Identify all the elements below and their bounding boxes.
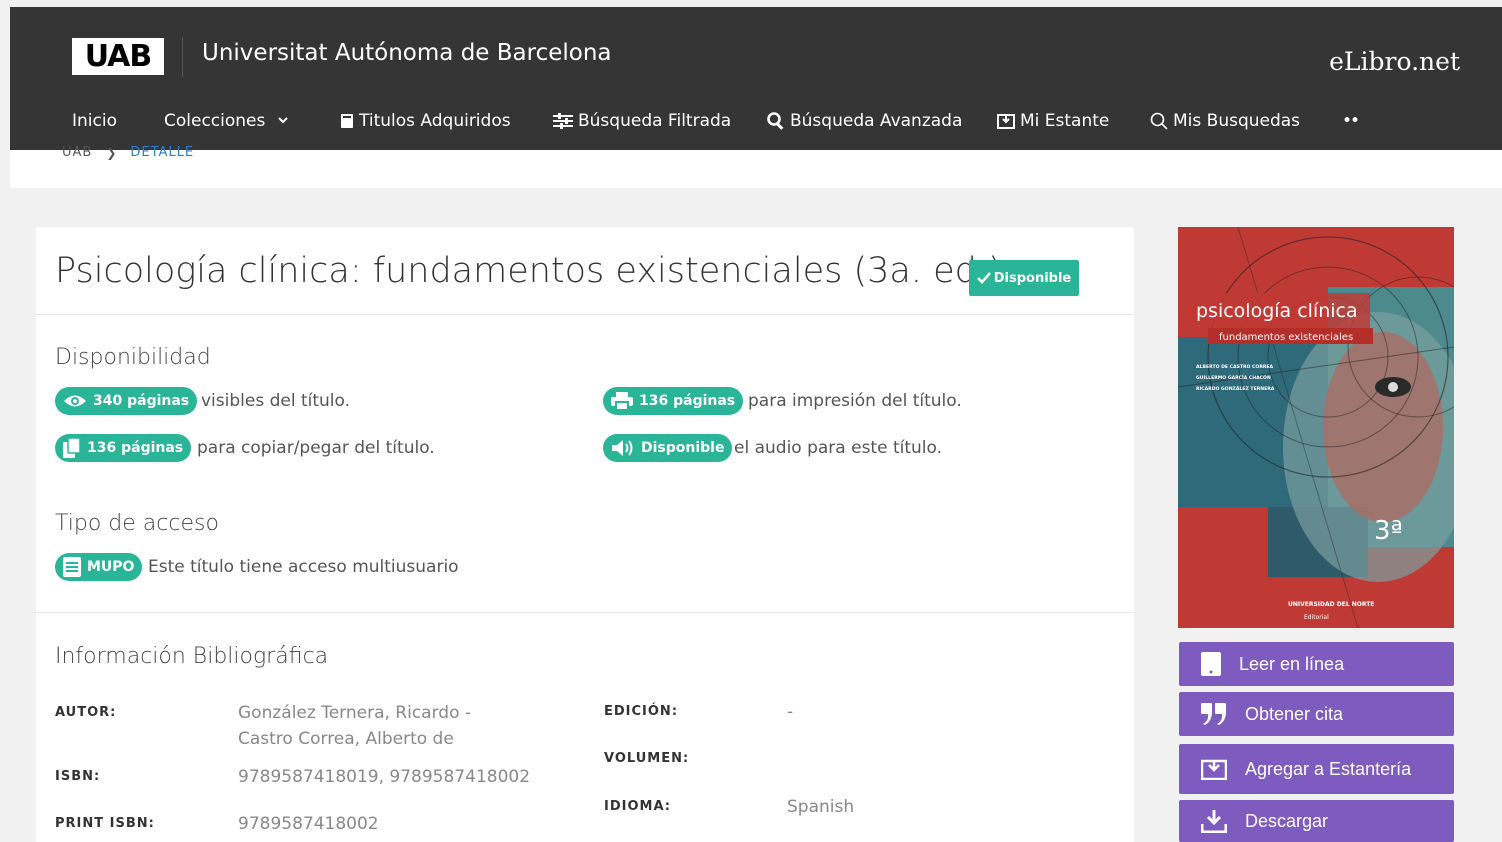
book-cover[interactable]: psicología clínica fundamentos existenci…	[1178, 227, 1454, 628]
get-citation-button[interactable]: Obtener cita	[1179, 692, 1454, 736]
logo-divider	[182, 37, 183, 77]
add-to-shelf-button[interactable]: Agregar a Estantería	[1179, 744, 1454, 794]
download-icon	[1201, 810, 1227, 833]
badge-text: MUPO	[87, 559, 135, 575]
access-heading: Tipo de acceso	[55, 511, 219, 536]
pages-print-text: para impresión del título.	[748, 391, 962, 411]
status-badge: Disponible	[969, 260, 1079, 296]
cover-author-1: ALBERTO DE CASTRO CORREA	[1196, 364, 1274, 370]
status-text: Disponible	[993, 270, 1072, 286]
nav-label: Mi Estante	[1020, 111, 1110, 131]
nav-label: Titulos Adquiridos	[359, 111, 511, 131]
autor-value: González Ternera, Ricardo - Castro Corre…	[238, 703, 472, 749]
book-icon	[341, 114, 353, 128]
check-icon	[976, 272, 991, 284]
button-label: Descargar	[1245, 810, 1329, 831]
autor-label: AUTOR:	[55, 705, 117, 720]
cover-edition: 3ª	[1374, 516, 1403, 546]
pages-copy-badge: 136 páginas	[55, 434, 192, 462]
nav-busqueda-avanzada[interactable]: Búsqueda Avanzada	[767, 111, 962, 131]
audio-text: el audio para este título.	[734, 438, 943, 458]
nav-label: Búsqueda Avanzada	[790, 111, 963, 131]
shelf-icon	[997, 114, 1015, 129]
eye-icon	[64, 395, 86, 407]
cover-publisher-sub: Editorial	[1304, 614, 1329, 621]
edicion-value: -	[787, 702, 794, 722]
cover-author-3: RICARDO GONZÁLEZ TERNERA	[1196, 385, 1275, 392]
pages-print-badge: 136 páginas	[603, 387, 744, 415]
cover-subtitle: fundamentos existenciales	[1219, 332, 1353, 343]
site-header: UAB Universitat Autónoma de Barcelona eL…	[10, 7, 1502, 150]
button-label: Agregar a Estantería	[1245, 758, 1412, 779]
cover-publisher: UNIVERSIDAD DEL NORTE	[1288, 601, 1374, 608]
print-isbn-label: PRINT ISBN:	[55, 816, 155, 831]
breadcrumb: UAB ❯ DETALLE	[62, 145, 194, 160]
bibliography-heading: Información Bibliográfica	[55, 644, 329, 669]
copy-icon	[63, 438, 81, 458]
pages-visible-text: visibles del título.	[201, 391, 351, 411]
idioma-label: IDIOMA:	[604, 799, 671, 814]
idioma-value: Spanish	[787, 797, 855, 817]
badge-text: 136 páginas	[639, 393, 736, 409]
shelf-icon	[1201, 759, 1227, 780]
volumen-label: VOLUMEN:	[604, 751, 690, 766]
university-name: Universitat Autónoma de Barcelona	[202, 40, 612, 66]
breadcrumb-root[interactable]: UAB	[62, 145, 92, 160]
nav-colecciones[interactable]: Colecciones	[164, 111, 296, 131]
read-online-button[interactable]: Leer en línea	[1179, 642, 1454, 686]
nav-mis-busquedas[interactable]: Mis Busquedas	[1150, 111, 1300, 131]
button-label: Leer en línea	[1239, 653, 1345, 674]
access-text: Este título tiene acceso multiusuario	[148, 557, 459, 577]
quote-icon	[1201, 703, 1226, 725]
nav-titulos-adquiridos[interactable]: Titulos Adquiridos	[340, 111, 511, 131]
button-label: Obtener cita	[1245, 703, 1344, 724]
nav-label: Colecciones	[164, 111, 266, 131]
nav-more[interactable]: ••	[1342, 111, 1360, 131]
book-detail-card: Psicología clínica: fundamentos existenc…	[36, 227, 1134, 842]
pages-visible-badge: 340 páginas	[55, 387, 198, 415]
search-icon	[767, 112, 784, 130]
title-row: Psicología clínica: fundamentos existenc…	[36, 227, 1134, 315]
badge-text: 340 páginas	[93, 393, 190, 409]
top-area: UAB Universitat Autónoma de Barcelona eL…	[10, 7, 1502, 188]
access-badge: MUPO	[55, 553, 143, 581]
audio-badge: Disponible	[603, 434, 733, 462]
cover-artwork: psicología clínica fundamentos existenci…	[1178, 227, 1454, 628]
isbn-value: 9789587418019, 9789587418002	[238, 767, 531, 787]
isbn-label: ISBN:	[55, 769, 101, 784]
nav-label: Inicio	[72, 111, 117, 131]
availability-heading: Disponibilidad	[55, 345, 211, 370]
book-title: Psicología clínica: fundamentos existenc…	[55, 251, 1002, 291]
elibro-brand[interactable]: eLibro.net	[1329, 47, 1460, 76]
nav-inicio[interactable]: Inicio	[72, 111, 117, 131]
badge-text: Disponible	[641, 440, 725, 456]
pages-copy-text: para copiar/pegar del título.	[197, 438, 435, 458]
nav-label: ••	[1342, 111, 1360, 131]
chevron-right-icon: ❯	[106, 145, 117, 160]
print-icon	[611, 392, 633, 410]
audio-icon	[612, 440, 633, 456]
nav-label: Búsqueda Filtrada	[578, 111, 732, 131]
logo-text: UAB	[84, 39, 153, 74]
tablet-icon	[1201, 652, 1221, 676]
chevron-down-icon	[278, 117, 289, 124]
document-icon	[63, 557, 81, 577]
edicion-label: EDICIÓN:	[604, 704, 679, 719]
search-outline-icon	[1150, 112, 1168, 130]
badge-text: 136 páginas	[87, 440, 184, 456]
sliders-icon	[553, 113, 573, 129]
breadcrumb-current[interactable]: DETALLE	[130, 145, 194, 160]
section-divider	[36, 612, 1134, 613]
nav-busqueda-filtrada[interactable]: Búsqueda Filtrada	[553, 111, 731, 131]
download-button[interactable]: Descargar	[1179, 800, 1454, 842]
nav-label: Mis Busquedas	[1173, 111, 1301, 131]
uab-logo[interactable]: UAB	[72, 38, 164, 75]
print-isbn-value: 9789587418002	[238, 814, 379, 834]
main-nav: Inicio Colecciones Titulos Adquiridos Bú…	[10, 107, 1502, 139]
cover-title: psicología clínica	[1196, 300, 1358, 322]
nav-mi-estante[interactable]: Mi Estante	[997, 111, 1109, 131]
